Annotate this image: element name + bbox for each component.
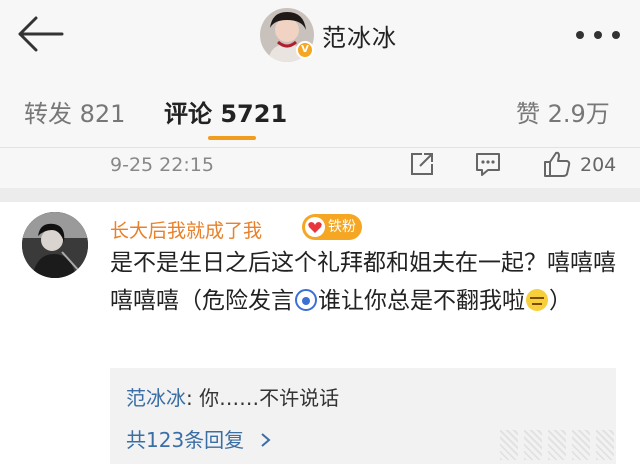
fan-badge-label: 铁粉 <box>328 219 356 235</box>
share-icon <box>411 153 433 175</box>
heart-icon <box>305 217 325 237</box>
watermark-mark <box>500 430 518 460</box>
comment-icon <box>476 153 500 176</box>
scared-emoji-icon <box>295 289 317 311</box>
watermark-mark <box>572 430 590 460</box>
sweat-emoji-icon <box>526 289 548 311</box>
more-dots-icon <box>576 31 584 39</box>
arrow-left-icon <box>18 16 64 52</box>
view-replies-label: 共123条回复 <box>126 428 245 452</box>
verified-badge: V <box>296 41 314 59</box>
watermark-mark <box>596 430 614 460</box>
watermark-mark <box>524 430 542 460</box>
watermark-mark <box>548 430 566 460</box>
like-count: 204 <box>580 154 617 176</box>
comment-text-part2: 谁让你总是不翻我啦 <box>318 288 525 314</box>
reply-separator: : <box>186 386 200 410</box>
comment-card: 长大后我就成了我 铁粉 是不是生日之后这个礼拜都和姐夫在一起？嘻嘻嘻嘻嘻嘻（危险… <box>0 202 640 468</box>
share-button[interactable] <box>408 150 436 178</box>
like-icon <box>544 151 571 177</box>
like-button[interactable] <box>542 150 571 178</box>
commenter-name[interactable]: 长大后我就成了我 <box>110 216 262 243</box>
view-replies-link[interactable]: 共123条回复 <box>126 424 273 453</box>
section-gap <box>0 188 640 202</box>
more-dot <box>612 31 620 39</box>
comment-button[interactable] <box>474 150 502 178</box>
tab-comments[interactable]: 评论 5721 <box>164 94 287 129</box>
tab-likes[interactable]: 赞 2.9万 <box>516 94 610 129</box>
post-timestamp: 9-25 22:15 <box>110 154 214 176</box>
reply-author[interactable]: 范冰冰 <box>126 386 186 410</box>
fan-badge[interactable]: 铁粉 <box>302 214 362 240</box>
commenter-avatar[interactable] <box>22 212 88 278</box>
back-button[interactable] <box>14 14 66 54</box>
more-button[interactable] <box>574 28 622 42</box>
tab-bar: 转发 821 评论 5721 赞 2.9万 <box>0 84 640 140</box>
watermark <box>500 430 630 460</box>
page-title: 范冰冰 <box>322 24 397 52</box>
comment-text: 是不是生日之后这个礼拜都和姐夫在一起？嘻嘻嘻嘻嘻嘻（危险发言 谁让你总是不翻我啦） <box>110 244 630 320</box>
more-dot <box>594 31 602 39</box>
reply-line: 范冰冰: 你……不许说话 <box>126 382 339 411</box>
tab-reposts[interactable]: 转发 821 <box>24 94 125 129</box>
top-bar: V 范冰冰 <box>0 0 640 72</box>
active-tab-indicator <box>208 136 256 140</box>
comment-text-part3: ） <box>549 288 572 314</box>
chevron-right-icon <box>260 433 271 447</box>
post-meta-row: 9-25 22:15 204 <box>0 148 640 188</box>
reply-text: 你……不许说话 <box>199 386 340 410</box>
